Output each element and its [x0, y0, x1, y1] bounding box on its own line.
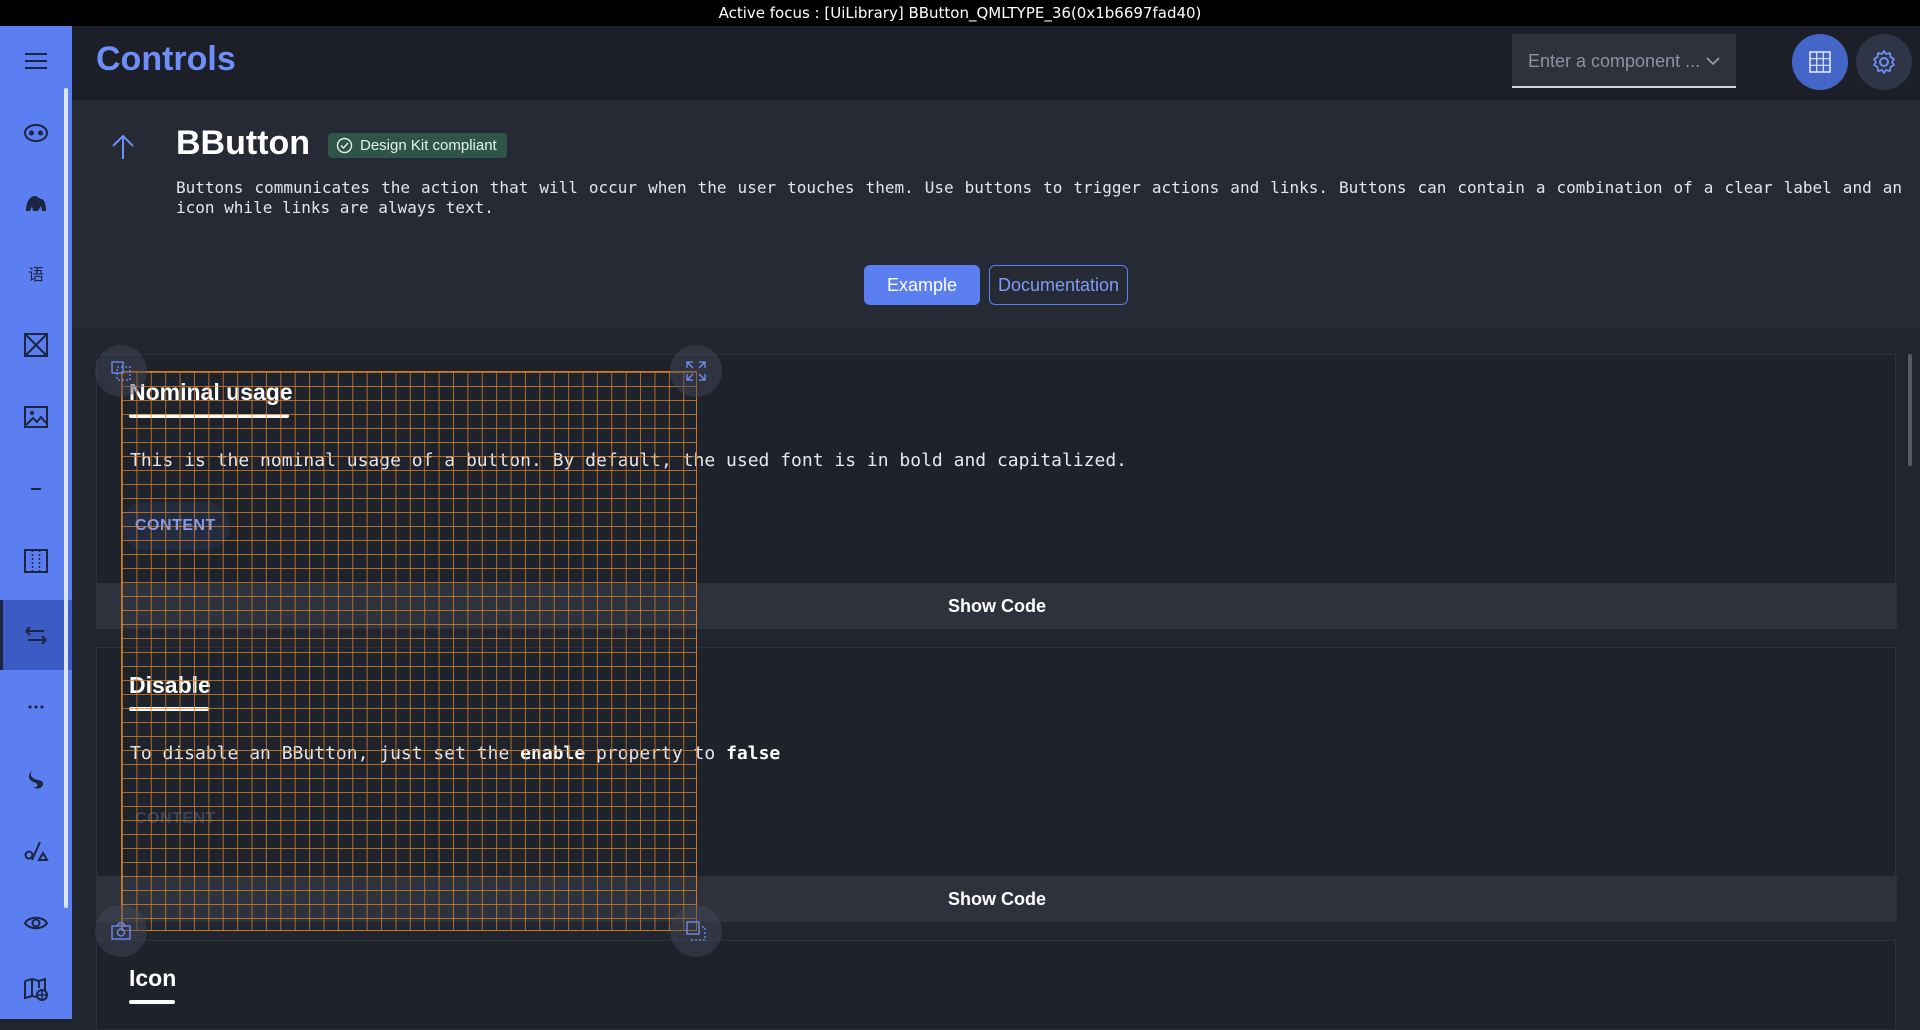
- settings-button[interactable]: [1856, 34, 1912, 90]
- image-icon: [24, 406, 48, 428]
- grid-icon: [1809, 51, 1831, 73]
- swap-icon: [25, 626, 47, 645]
- animal-icon: [26, 196, 46, 211]
- section-title-underline: [129, 414, 289, 418]
- window-title: Active focus : [UiLibrary] BButton_QMLTY…: [718, 4, 1202, 22]
- resize-icon: [111, 361, 131, 381]
- section-description: To disable an BButton, just set the enab…: [130, 743, 780, 764]
- section-disable: Disable To disable an BButton, just set …: [96, 647, 1897, 922]
- sidebar-scrollbar[interactable]: [64, 88, 68, 908]
- tab-documentation[interactable]: Documentation: [989, 265, 1128, 305]
- box-cross-icon: [24, 333, 48, 357]
- sidebar-item-animal[interactable]: [0, 168, 72, 238]
- arrow-up-icon: [112, 134, 134, 159]
- eye-icon: [23, 916, 49, 930]
- camera-icon: [111, 922, 131, 940]
- back-button[interactable]: [108, 132, 138, 167]
- desc-text: property to: [585, 743, 727, 764]
- show-code-button[interactable]: Show Code: [97, 876, 1897, 922]
- language-icon: 语: [27, 265, 44, 284]
- sidebar-item-shapes[interactable]: [0, 816, 72, 886]
- section-icon: Icon: [96, 940, 1896, 1030]
- overlay-handle-top-left[interactable]: [95, 345, 147, 397]
- sidebar-item-eye[interactable]: [0, 888, 72, 958]
- sidebar-item-buttons[interactable]: [0, 600, 72, 670]
- more-icon: [28, 705, 44, 709]
- window-title-bar: Active focus : [UiLibrary] BButton_QMLTY…: [0, 0, 1920, 26]
- menu-icon: [25, 53, 47, 69]
- spinner-icon: [28, 769, 43, 789]
- expand-icon: [686, 361, 706, 381]
- check-circle-icon: [336, 137, 353, 154]
- page-title: Controls: [96, 40, 236, 78]
- content-scrollbar[interactable]: [1908, 354, 1912, 466]
- sidebar: 语: [0, 26, 72, 1019]
- desc-keyword-false: false: [726, 743, 781, 764]
- overlay-handle-top-right[interactable]: [670, 345, 722, 397]
- overlay-handle-bottom-left[interactable]: [95, 905, 147, 957]
- design-kit-badge: Design Kit compliant: [328, 133, 507, 158]
- sidebar-item-image[interactable]: [0, 382, 72, 452]
- columns-icon: [24, 549, 48, 573]
- section-title: Disable: [129, 672, 211, 698]
- grid-overlay-button[interactable]: [1792, 34, 1848, 90]
- divider-icon: [31, 488, 41, 490]
- section-title: Nominal usage: [129, 379, 293, 405]
- badge-label: Design Kit compliant: [360, 137, 497, 154]
- content-button-disabled: CONTENT: [121, 795, 230, 843]
- sidebar-item-box[interactable]: [0, 310, 72, 380]
- component-search-input[interactable]: Enter a component ...: [1512, 34, 1736, 88]
- sidebar-item-columns[interactable]: [0, 526, 72, 596]
- fit-icon: [686, 921, 706, 941]
- menu-button[interactable]: [0, 26, 72, 96]
- section-title-underline: [129, 707, 209, 711]
- sidebar-item-map[interactable]: [0, 954, 72, 1024]
- section-nominal-usage: Nominal usage This is the nominal usage …: [96, 354, 1897, 629]
- overlay-handle-bottom-right[interactable]: [670, 905, 722, 957]
- desc-keyword-enable: enable: [520, 743, 586, 764]
- map-icon: [24, 977, 48, 1001]
- show-code-button[interactable]: Show Code: [97, 583, 1897, 629]
- sidebar-item-divider[interactable]: [0, 454, 72, 524]
- content-button[interactable]: CONTENT: [121, 502, 230, 550]
- gear-icon: [1873, 50, 1895, 74]
- sidebar-item-more[interactable]: [0, 672, 72, 742]
- desc-text: To disable an BButton, just set the: [130, 743, 521, 764]
- app-header: Controls Enter a component ...: [72, 26, 1920, 100]
- section-title-underline: [129, 1000, 175, 1004]
- component-intro: BButton Design Kit compliant Buttons com…: [72, 100, 1920, 328]
- mask-icon: [24, 124, 48, 142]
- shapes-icon: [24, 841, 49, 861]
- sidebar-item-language[interactable]: 语: [0, 238, 72, 308]
- section-description: This is the nominal usage of a button. B…: [130, 450, 1127, 471]
- chevron-down-icon[interactable]: [1706, 34, 1720, 89]
- sidebar-item-spinner[interactable]: [0, 744, 72, 814]
- section-title: Icon: [129, 965, 177, 991]
- search-placeholder: Enter a component ...: [1528, 51, 1701, 71]
- tab-example[interactable]: Example: [864, 265, 980, 305]
- component-description: Buttons communicates the action that wil…: [176, 178, 1902, 217]
- component-title: BButton: [176, 124, 311, 162]
- sidebar-item-mask[interactable]: [0, 98, 72, 168]
